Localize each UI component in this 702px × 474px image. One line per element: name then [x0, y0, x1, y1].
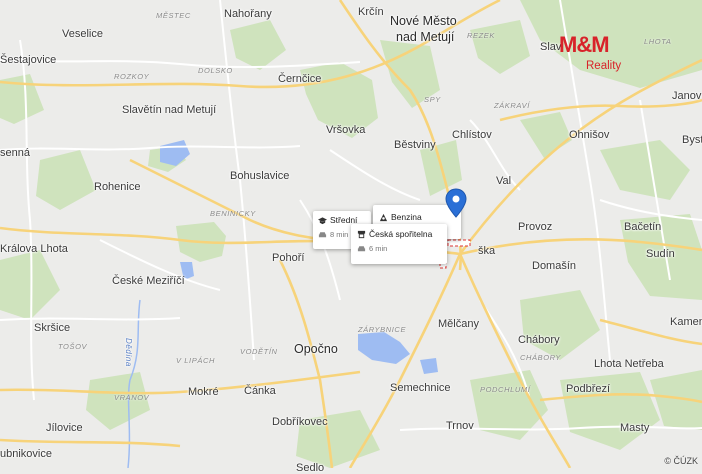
place-label-provoz: Provoz [518, 221, 553, 233]
fuel-icon [379, 213, 388, 221]
place-label-nahorany: Nahořany [224, 8, 272, 20]
place-label-rohenice: Rohenice [94, 181, 141, 193]
brand-logo: M&M Reality [558, 32, 638, 76]
place-label-vrsovka: Vršovka [326, 124, 366, 136]
place-label-semechnice: Semechnice [390, 382, 451, 394]
place-label-sennna: senná [0, 147, 30, 159]
poi-title-benzina: Benzina [391, 212, 422, 222]
place-label-val: Val [496, 175, 512, 187]
place-label-ubnikovice: ubnikovice [0, 448, 52, 460]
car-icon [318, 232, 327, 238]
place-label-dolsko-area: DOLSKO [198, 66, 233, 75]
place-label-canka: Čánka [244, 385, 276, 397]
place-label-vranov-area: VRANOV [114, 393, 150, 402]
place-label-spy-area: SPY [424, 95, 441, 104]
place-label-chabory: Chábory [518, 334, 560, 346]
place-label-mestec-area: MĚSTEC [156, 11, 191, 20]
place-label-dobruska-part: ška [478, 245, 496, 257]
place-label-zakravi-area: ZÁKRAVÍ [494, 101, 530, 110]
logo-subtitle: Reality [586, 60, 622, 72]
place-label-vodetin-area: VODĚTÍN [240, 347, 278, 356]
place-label-sestajovice: Šestajovice [0, 54, 57, 66]
bank-icon [357, 230, 366, 238]
place-label-domasin: Domašín [532, 260, 577, 272]
place-label-janov: Janov [672, 90, 702, 102]
place-label-chabory-area: CHÁBORY [520, 353, 562, 362]
poi-time-stredni: 8 min [330, 230, 349, 239]
place-label-sudin: Sudín [646, 248, 675, 260]
location-pin-icon[interactable] [445, 188, 467, 218]
place-label-nove-mesto-1: Nové Město [390, 14, 457, 28]
place-label-cernice: Černčice [278, 73, 322, 85]
place-label-opocno: Opočno [294, 342, 338, 356]
place-label-masty: Masty [620, 422, 650, 434]
logo-mark: M&M [559, 32, 610, 57]
place-label-bacetin: Bačetín [624, 221, 662, 233]
place-label-sedlo-bottom: Sedlo [296, 462, 325, 474]
map-copyright: © ČÚZK [664, 456, 698, 466]
place-label-rozkoy-area: ROZKOY [114, 72, 150, 81]
place-label-byst: Byst [682, 134, 702, 146]
poi-title-sporitelna: Česká spořitelna [369, 229, 433, 239]
place-label-jilovice: Jílovice [46, 422, 83, 434]
place-label-podbrezi: Podbřezí [566, 383, 611, 395]
place-label-trnov: Trnov [446, 420, 474, 432]
place-label-v-lipach-area: V LIPÁCH [176, 356, 215, 365]
place-label-krcin: Krčín [358, 6, 384, 18]
place-label-podchlumi-area: PODCHLUMÍ [480, 385, 531, 394]
place-label-lhota-area: LHOTA [644, 37, 672, 46]
place-label-nove-mesto-2: nad Metují [396, 30, 455, 44]
place-label-kralova-lhota: Králova Lhota [0, 243, 68, 255]
place-label-bestviny: Běstviny [394, 139, 436, 151]
school-icon [318, 216, 327, 224]
place-label-melcany: Mělčany [438, 318, 479, 330]
place-label-skrsice: Skršice [34, 322, 71, 334]
place-label-dedina-river: Dědina [124, 338, 133, 367]
car-icon [357, 246, 366, 252]
place-label-bohuslavice: Bohuslavice [230, 170, 290, 182]
poi-time-sporitelna: 6 min [369, 244, 388, 253]
place-label-kamen: Kamen [670, 316, 702, 328]
place-label-ceske-mezirici: České Meziříčí [112, 275, 185, 287]
place-label-pohori: Pohoří [272, 252, 305, 264]
place-label-slavetin: Slavětín nad Metují [122, 104, 217, 116]
place-label-tosov-area: TOŠOV [58, 342, 88, 351]
place-label-zarybnice-area: ZÁRYBNICE [358, 325, 407, 334]
poi-popup-sporitelna[interactable]: Česká spořitelna 6 min [351, 224, 447, 264]
place-label-mokre: Mokré [188, 386, 219, 398]
place-label-benicky-area: BENINICKY [210, 209, 256, 218]
place-label-rezek-area: REZEK [467, 31, 496, 40]
place-label-veselice: Veselice [62, 28, 103, 40]
place-label-ohnisov: Ohnišov [569, 129, 610, 141]
place-label-dobrikovec: Dobříkovec [272, 416, 328, 428]
place-label-lhota-nebrehu: Lhota Netřeba [594, 358, 664, 370]
place-label-chlistov: Chlístov [452, 129, 492, 141]
